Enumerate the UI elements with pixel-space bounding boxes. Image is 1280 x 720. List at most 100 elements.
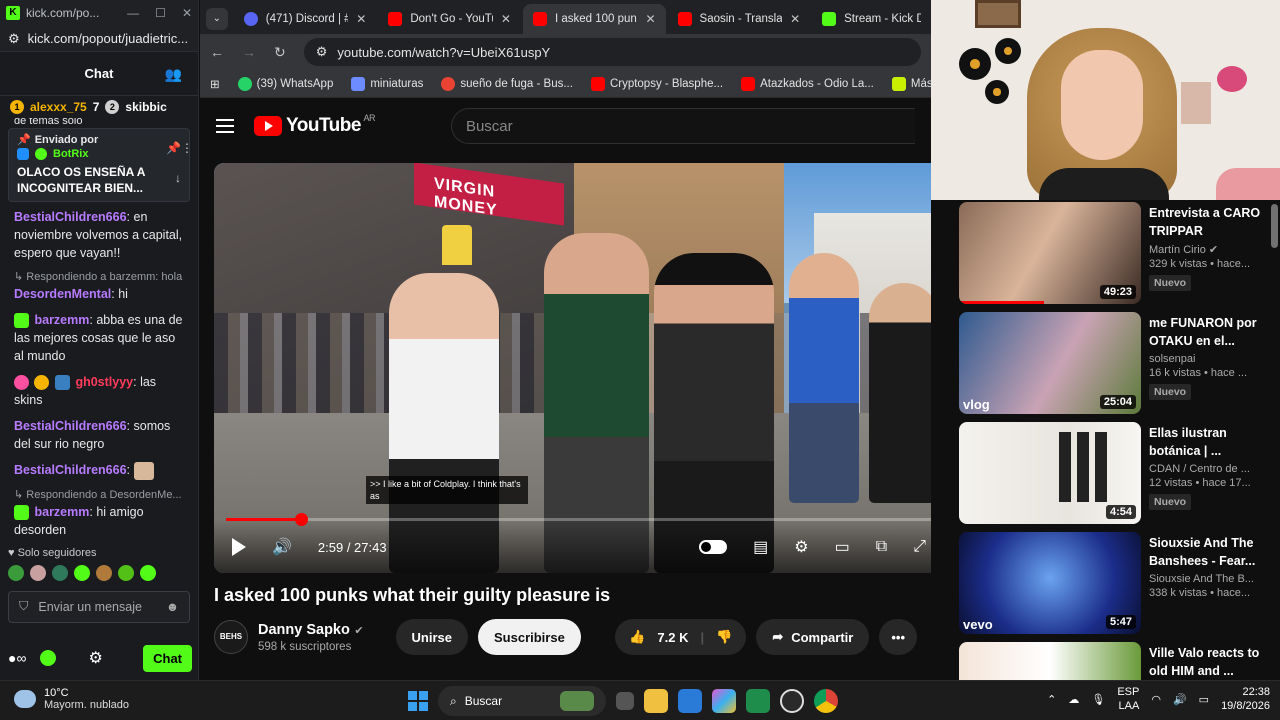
- chrome-icon[interactable]: [814, 689, 838, 713]
- rec-channel[interactable]: Martín Cirio: [1149, 244, 1206, 256]
- close-icon[interactable]: ✕: [182, 6, 192, 20]
- recommended-video[interactable]: 4:54 Ellas ilustran botánica | ... CDAN …: [959, 422, 1279, 526]
- message-user[interactable]: DesordenMental: [14, 287, 111, 301]
- emote-icon[interactable]: [118, 564, 134, 581]
- emote-icon[interactable]: [96, 564, 112, 581]
- video-thumbnail[interactable]: 49:23: [959, 202, 1141, 304]
- points-icon[interactable]: ●∞: [8, 650, 26, 666]
- users-icon[interactable]: 👥: [165, 66, 182, 83]
- bookmark-item[interactable]: Atazkados - Odio La...: [741, 76, 874, 91]
- tab-search-icon[interactable]: ⌄: [206, 8, 228, 30]
- site-info-icon[interactable]: ⚙: [316, 44, 328, 60]
- cast-icon[interactable]: ⧉: [876, 538, 887, 556]
- close-tab-icon[interactable]: ✕: [645, 12, 655, 26]
- back-icon[interactable]: ←: [210, 44, 224, 60]
- message-user[interactable]: BestialChildren666: [14, 419, 127, 433]
- like-count[interactable]: 7.2 K: [657, 630, 688, 645]
- subtitles-icon[interactable]: ▤: [753, 537, 768, 557]
- message-user[interactable]: gh0stlyyy: [75, 375, 133, 389]
- reload-icon[interactable]: ↻: [274, 44, 286, 61]
- like-icon[interactable]: 👍: [629, 629, 645, 645]
- video-thumbnail[interactable]: vlog 25:04: [959, 312, 1141, 414]
- tab-discord[interactable]: (471) Discord | # ✕: [234, 4, 377, 34]
- tab-saosin[interactable]: Saosin - Translating ✕: [668, 4, 811, 34]
- battery-icon[interactable]: ▭: [1199, 693, 1209, 706]
- tab-active-video[interactable]: I asked 100 punks ✕: [522, 4, 666, 34]
- share-button[interactable]: ➦ Compartir: [756, 619, 870, 655]
- file-explorer-icon[interactable]: [644, 689, 668, 713]
- settings-icon[interactable]: ⚙: [88, 648, 102, 668]
- omnibox[interactable]: ⚙ youtube.com/watch?v=UbeiX61uspY: [303, 38, 921, 66]
- search-input[interactable]: Buscar: [450, 108, 915, 144]
- channel-avatar[interactable]: BEHS: [214, 620, 248, 654]
- message-user[interactable]: barzemm: [34, 505, 89, 519]
- copilot-icon[interactable]: [712, 689, 736, 713]
- emote-icon[interactable]: [30, 564, 46, 581]
- microphone-icon[interactable]: 🎙: [1091, 693, 1105, 706]
- video-thumbnail[interactable]: 4:54: [959, 422, 1141, 524]
- menu-icon[interactable]: [216, 119, 234, 133]
- bookmark-item[interactable]: miniaturas: [351, 76, 423, 91]
- youtube-logo[interactable]: YouTube AR: [254, 113, 375, 137]
- tab-dont-go[interactable]: Don't Go - YouTub ✕: [378, 4, 521, 34]
- channel-name[interactable]: Danny Sapko: [258, 622, 350, 638]
- start-icon[interactable]: [408, 691, 428, 711]
- top-user-1[interactable]: alexxx_75: [30, 100, 87, 114]
- clock[interactable]: 22:38 19/8/2026: [1221, 685, 1270, 713]
- bookmark-item[interactable]: Cryptopsy - Blasphe...: [590, 76, 723, 91]
- collapse-arrow-icon[interactable]: ↓: [175, 171, 181, 185]
- forward-icon[interactable]: →: [242, 44, 256, 60]
- bookmark-item[interactable]: Más Allá Del Jardín...: [891, 76, 931, 91]
- video-thumbnail[interactable]: vevo 5:47: [959, 532, 1141, 634]
- close-tab-icon[interactable]: ✕: [356, 12, 366, 26]
- emote-icon[interactable]: [74, 564, 90, 581]
- volume-tray-icon[interactable]: 🔊: [1173, 693, 1187, 706]
- more-options-icon[interactable]: ⋮: [181, 141, 193, 155]
- excel-icon[interactable]: [746, 689, 770, 713]
- video-player[interactable]: VIRGIN MONEY >> I like a bit of Coldplay…: [214, 163, 931, 573]
- tray-chevron-icon[interactable]: ⌃: [1047, 693, 1056, 706]
- pinned-user[interactable]: BotRix: [53, 148, 88, 160]
- emoji-picker-icon[interactable]: ☻: [166, 600, 179, 614]
- kick-url-bar[interactable]: ⚙ kick.com/popout/juadietric...: [0, 26, 198, 52]
- store-icon[interactable]: [678, 689, 702, 713]
- subscribe-button[interactable]: Suscribirse: [478, 619, 581, 655]
- site-settings-icon[interactable]: ⚙: [8, 31, 20, 47]
- dislike-icon[interactable]: 👎: [716, 629, 732, 645]
- top-user-2[interactable]: skibbic: [125, 100, 166, 114]
- emote-icon[interactable]: [8, 564, 24, 581]
- rec-channel[interactable]: CDAN / Centro de ...: [1149, 463, 1271, 475]
- kick-logo-icon[interactable]: [40, 650, 57, 666]
- emote-icon[interactable]: [52, 564, 68, 581]
- close-tab-icon[interactable]: ✕: [790, 12, 800, 26]
- recommended-video[interactable]: vlog 25:04 me FUNARON por OTAKU en el...…: [959, 312, 1279, 416]
- weather-widget[interactable]: 10°C Mayorm. nublado: [14, 687, 129, 711]
- bookmark-item[interactable]: (39) WhatsApp: [237, 76, 333, 91]
- emote-icon[interactable]: [140, 564, 156, 581]
- task-view-icon[interactable]: [616, 692, 634, 710]
- fullscreen-icon[interactable]: ⤢: [913, 538, 926, 556]
- settings-gear-icon[interactable]: ⚙: [794, 537, 808, 557]
- wifi-icon[interactable]: ◠: [1151, 693, 1161, 706]
- send-chat-button[interactable]: Chat: [143, 644, 192, 672]
- recommended-video[interactable]: 49:23 Entrevista a CARO TRIPPAR Martín C…: [959, 202, 1279, 306]
- video-thumbnail[interactable]: [959, 642, 1141, 680]
- join-button[interactable]: Unirse: [395, 619, 468, 655]
- unpin-icon[interactable]: 📌: [166, 141, 181, 155]
- recommended-video[interactable]: Ville Valo reacts to old HIM and ...: [959, 642, 1279, 680]
- rec-channel[interactable]: Siouxsie And The B...: [1149, 573, 1271, 585]
- close-tab-icon[interactable]: ✕: [501, 12, 511, 26]
- maximize-icon[interactable]: ☐: [155, 6, 166, 20]
- message-user[interactable]: barzemm: [34, 313, 89, 327]
- message-user[interactable]: BestialChildren666: [14, 463, 127, 477]
- play-icon[interactable]: [232, 538, 246, 556]
- chat-input[interactable]: ⛉ Enviar un mensaje ☻: [8, 590, 190, 623]
- autoplay-toggle[interactable]: [699, 540, 728, 554]
- language-indicator[interactable]: ESP LAA: [1117, 685, 1139, 713]
- minimize-icon[interactable]: —: [127, 6, 139, 20]
- apps-grid-icon[interactable]: ⊞: [210, 77, 220, 91]
- volume-icon[interactable]: 🔊: [272, 537, 292, 557]
- obs-icon[interactable]: [780, 689, 804, 713]
- miniplayer-icon[interactable]: ▭: [835, 537, 850, 557]
- taskbar-search[interactable]: ⌕ Buscar: [438, 686, 606, 716]
